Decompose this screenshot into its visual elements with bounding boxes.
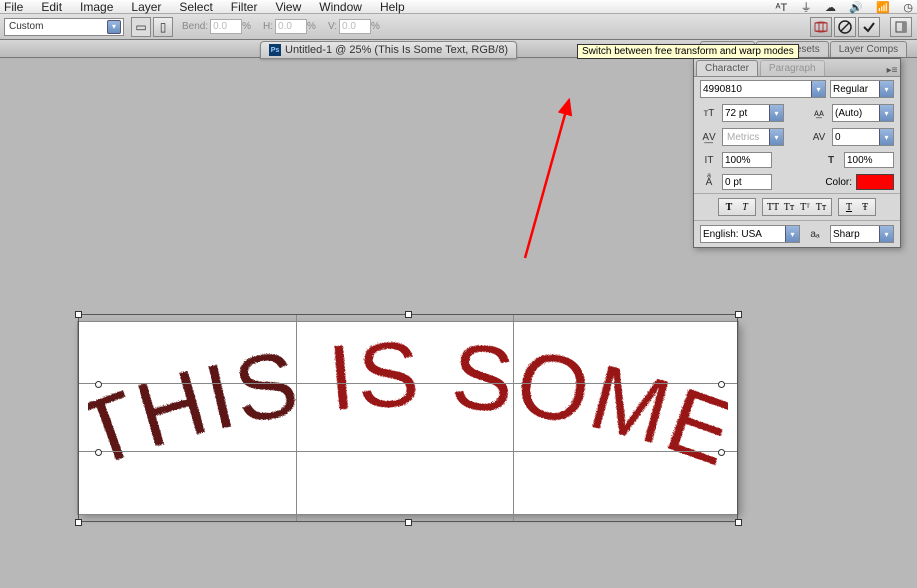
commit-transform-button[interactable] — [858, 17, 880, 37]
warp-grid-icon — [814, 20, 828, 34]
baseline-icon: Aͣ — [700, 174, 718, 190]
character-panel: Character Paragraph ▸≡ 4990810▾ Regular▾… — [693, 58, 901, 248]
tab-character[interactable]: Character — [696, 60, 758, 76]
text-tool-icon: ᴬT — [776, 2, 788, 14]
tooltip: Switch between free transform and warp m… — [577, 44, 799, 59]
h-input[interactable] — [275, 19, 307, 34]
strike-button[interactable]: Ŧ — [858, 200, 872, 214]
v-label: V: — [328, 21, 337, 32]
menu-view[interactable]: View — [275, 0, 301, 14]
menu-help[interactable]: Help — [380, 0, 405, 14]
superscript-button[interactable]: Tᵀ — [798, 200, 812, 214]
cancel-icon — [838, 20, 852, 34]
antialias-icon: aₐ — [806, 226, 824, 242]
cancel-transform-button[interactable] — [834, 17, 856, 37]
handle-br[interactable] — [735, 519, 742, 526]
dropdown-arrow-icon: ▾ — [107, 20, 121, 34]
pct-2: % — [307, 21, 316, 32]
document-tab[interactable]: Ps Untitled-1 @ 25% (This Is Some Text, … — [260, 41, 517, 59]
volume-icon: 🔊 — [849, 2, 863, 14]
menu-select[interactable]: Select — [179, 0, 212, 14]
vscale-icon: IT — [700, 152, 718, 168]
warp-handle-r2[interactable] — [718, 449, 725, 456]
h-label: H: — [263, 21, 273, 32]
workspace-button[interactable] — [890, 17, 912, 37]
warp-handle-l1[interactable] — [95, 381, 102, 388]
workspace-icon — [894, 20, 908, 34]
vscale-input[interactable] — [722, 152, 772, 168]
baseline-input[interactable] — [722, 174, 772, 190]
hscale-input[interactable] — [844, 152, 894, 168]
color-swatch[interactable] — [856, 174, 894, 190]
orientation-v-icon[interactable]: ▯ — [153, 17, 173, 37]
bend-label: Bend: — [182, 21, 208, 32]
type-style-buttons: T T TT Tᴛ Tᵀ Tᴛ T Ŧ — [694, 193, 900, 220]
v-input[interactable] — [339, 19, 371, 34]
orientation-h-icon[interactable]: ▭ — [131, 17, 151, 37]
hscale-icon: T — [822, 152, 840, 168]
font-size-icon: тT — [700, 105, 718, 121]
smallcaps-button[interactable]: Tᴛ — [782, 200, 796, 214]
warp-mode-toggle-button[interactable] — [810, 17, 832, 37]
tracking-icon: AV — [810, 129, 828, 145]
handle-bl[interactable] — [75, 519, 82, 526]
panel-menu-icon[interactable]: ▸≡ — [884, 65, 900, 76]
checkmark-icon — [862, 20, 876, 34]
warp-style-dropdown[interactable]: Custom ▾ — [4, 18, 124, 36]
menu-image[interactable]: Image — [80, 0, 113, 14]
handle-tl[interactable] — [75, 311, 82, 318]
cloud-icon: ☁ — [825, 2, 836, 14]
kerning-icon: A͟V — [700, 129, 718, 145]
menu-filter[interactable]: Filter — [231, 0, 258, 14]
leading-dropdown[interactable]: (Auto)▾ — [832, 104, 894, 122]
allcaps-button[interactable]: TT — [766, 200, 780, 214]
menu-window[interactable]: Window — [319, 0, 362, 14]
leading-icon: ᴀ̲ᴀ — [810, 105, 828, 121]
italic-button[interactable]: T — [738, 200, 752, 214]
kerning-dropdown[interactable]: ▾ — [722, 128, 784, 146]
menu-bar: File Edit Image Layer Select Filter View… — [0, 0, 917, 14]
antialias-dropdown[interactable]: Sharp▾ — [830, 225, 894, 243]
tracking-dropdown[interactable]: 0▾ — [832, 128, 894, 146]
bold-button[interactable]: T — [722, 200, 736, 214]
menu-file[interactable]: File — [4, 0, 23, 14]
warp-handle-l2[interactable] — [95, 449, 102, 456]
ps-file-icon: Ps — [269, 44, 281, 56]
subscript-button[interactable]: Tᴛ — [814, 200, 828, 214]
underline-button[interactable]: T — [842, 200, 856, 214]
options-bar: Custom ▾ ▭ ▯ Bend: % H: % V: % — [0, 14, 917, 40]
font-size-dropdown[interactable]: 72 pt▾ — [722, 104, 784, 122]
language-dropdown[interactable]: English: USA▾ — [700, 225, 800, 243]
signal-icon: 📶 — [876, 2, 890, 14]
menubar-right-icons: ᴬT ⏚ ☁ 🔊 📶 ◷ — [766, 0, 913, 15]
handle-bc[interactable] — [405, 519, 412, 526]
tab-paragraph[interactable]: Paragraph — [760, 60, 825, 76]
font-style-dropdown[interactable]: Regular▾ — [830, 80, 894, 98]
bend-input[interactable] — [210, 19, 242, 34]
pct-3: % — [371, 21, 380, 32]
handle-tc[interactable] — [405, 311, 412, 318]
menu-edit[interactable]: Edit — [41, 0, 62, 14]
transform-bounding-box[interactable] — [78, 314, 738, 522]
wifi-icon: ⏚ — [801, 2, 812, 14]
pct-1: % — [242, 21, 251, 32]
document-title: Untitled-1 @ 25% (This Is Some Text, RGB… — [285, 44, 508, 56]
warp-style-value: Custom — [9, 21, 43, 32]
handle-tr[interactable] — [735, 311, 742, 318]
tab-layer-comps[interactable]: Layer Comps — [830, 41, 907, 57]
warp-handle-r1[interactable] — [718, 381, 725, 388]
menu-layer[interactable]: Layer — [131, 0, 161, 14]
color-label: Color: — [825, 177, 852, 188]
clock-icon: ◷ — [903, 2, 913, 14]
font-family-dropdown[interactable]: 4990810▾ — [700, 80, 826, 98]
